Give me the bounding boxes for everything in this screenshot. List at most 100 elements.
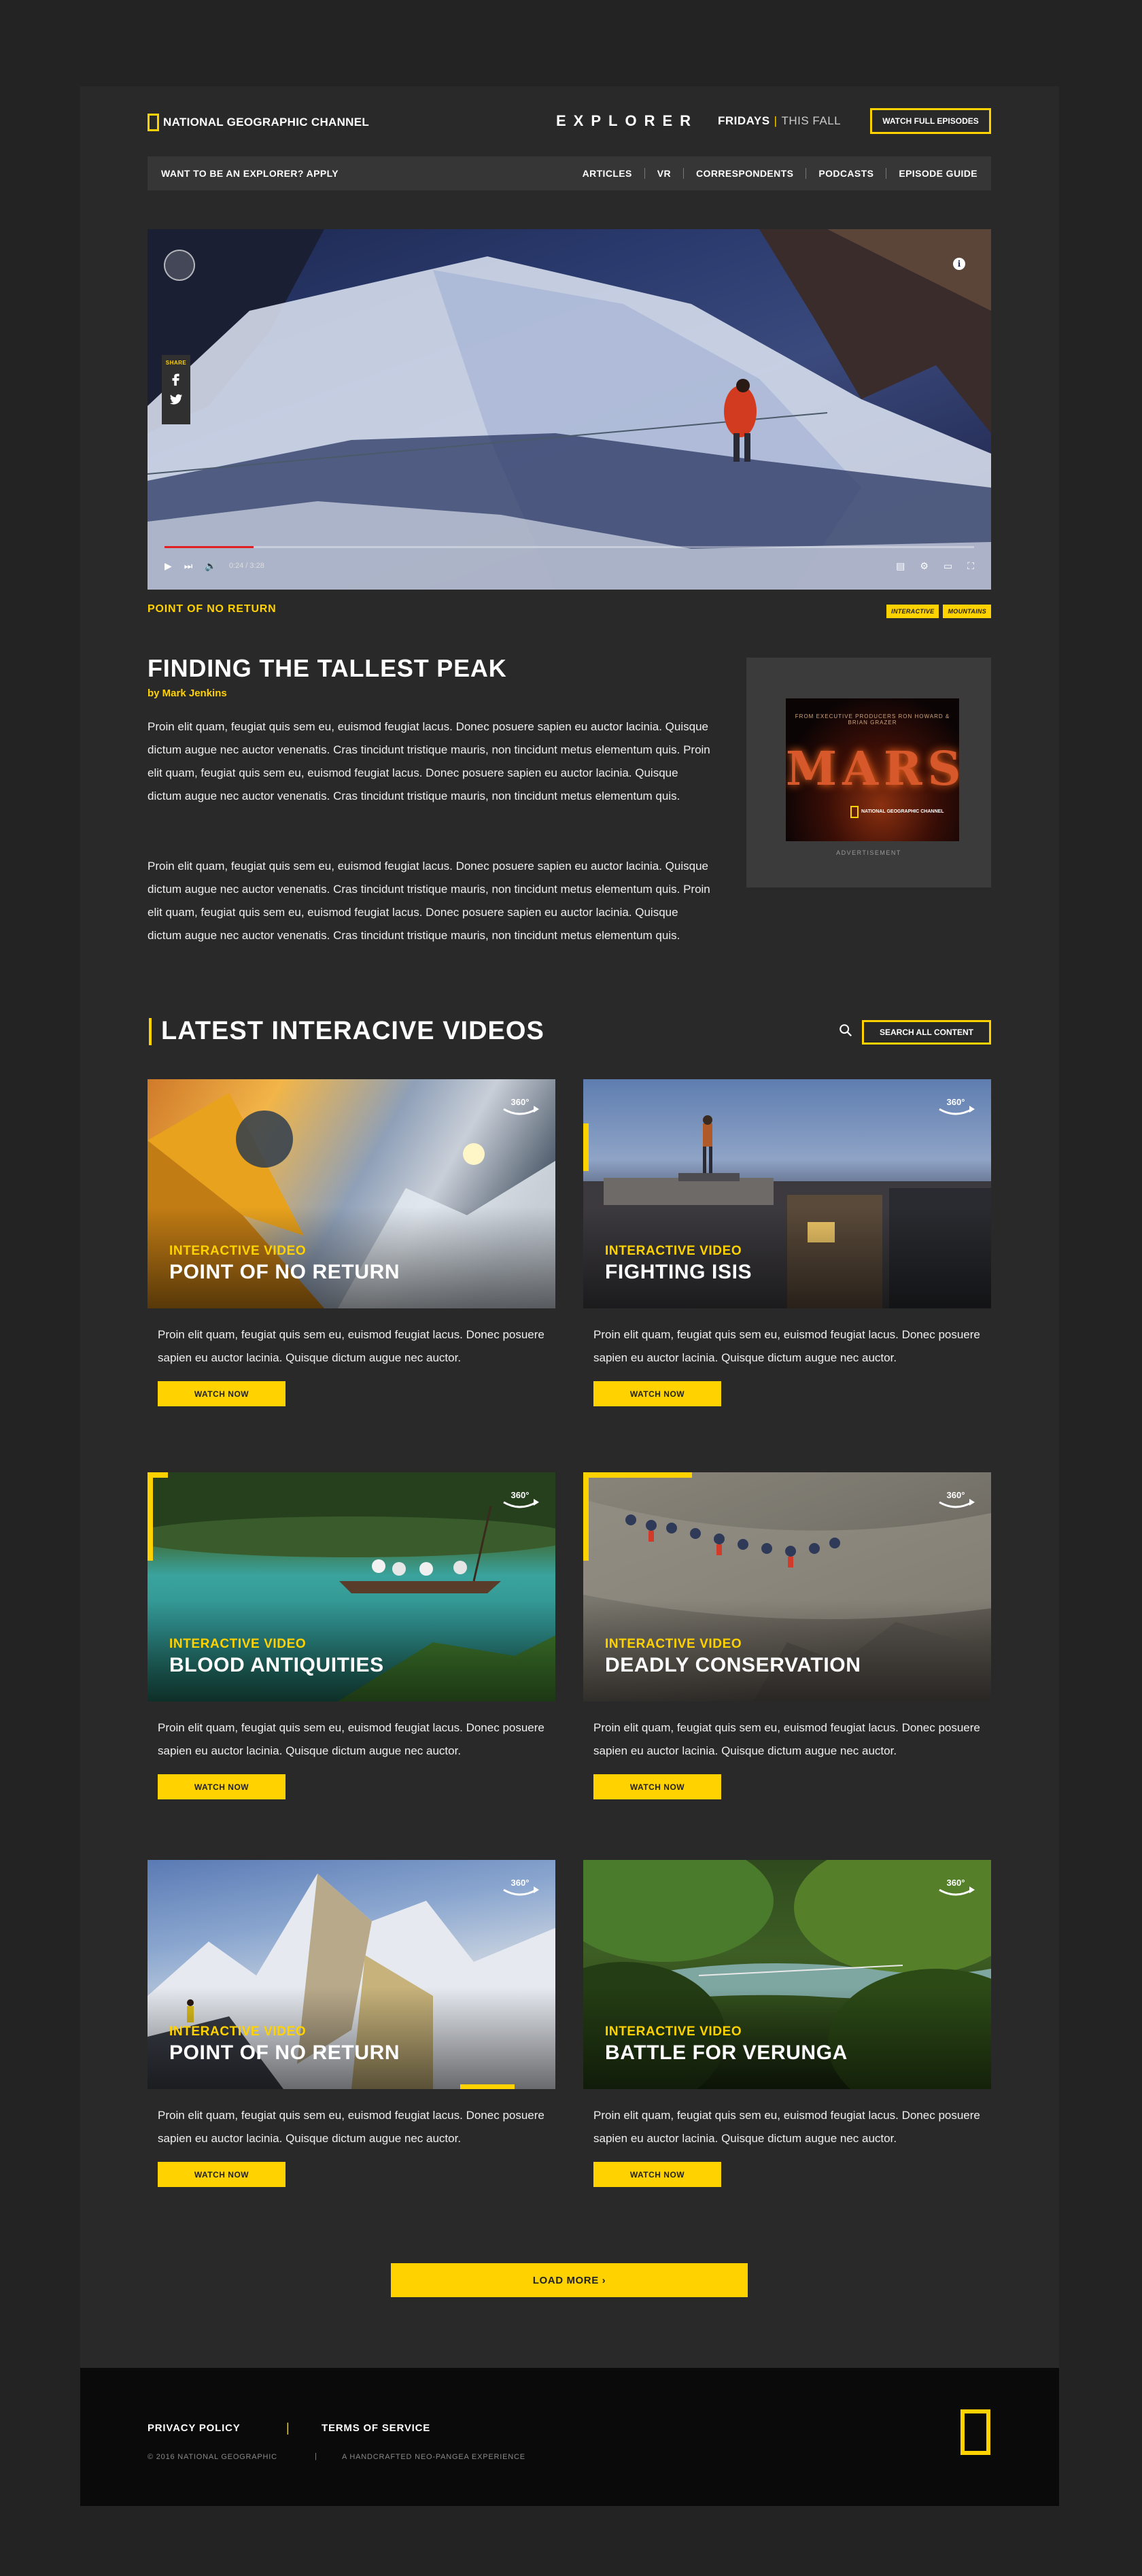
video-card[interactable]: 360° INTERACTIVE VIDEO DEADLY CONSERVATI…: [583, 1472, 991, 1799]
volume-icon[interactable]: 🔊: [205, 560, 216, 572]
card-title[interactable]: POINT OF NO RETURN: [169, 2041, 400, 2065]
nav-links: ARTICLES VR CORRESPONDENTS PODCASTS EPIS…: [570, 168, 977, 179]
card-kicker: INTERACTIVE VIDEO: [169, 2024, 307, 2039]
watch-now-button[interactable]: WATCH NOW: [158, 2162, 286, 2187]
fullscreen-icon[interactable]: ⛶: [967, 560, 974, 572]
twitter-icon[interactable]: [169, 392, 184, 407]
nat-geo-yellow-frame-icon[interactable]: [961, 2409, 990, 2455]
card-accent-bar: [148, 1472, 153, 1561]
play-icon[interactable]: ▶: [165, 560, 172, 572]
article-title: FINDING THE TALLEST PEAK: [148, 654, 507, 682]
card-description: Proin elit quam, feugiat quis sem eu, eu…: [158, 1721, 544, 1757]
card-kicker: INTERACTIVE VIDEO: [605, 1637, 742, 1651]
card-kicker: INTERACTIVE VIDEO: [169, 1244, 307, 1258]
video-card-thumbnail[interactable]: 360° INTERACTIVE VIDEO POINT OF NO RETUR…: [148, 1860, 555, 2089]
article-paragraph: Proin elit quam, feugiat quis sem eu, eu…: [148, 860, 710, 942]
360-badge-label: 360°: [947, 1878, 965, 1888]
nav-link-correspondents[interactable]: CORRESPONDENTS: [684, 168, 807, 179]
mars-ad-banner[interactable]: FROM EXECUTIVE PRODUCERS RON HOWARD & BR…: [786, 698, 959, 841]
advertisement[interactable]: FROM EXECUTIVE PRODUCERS RON HOWARD & BR…: [746, 658, 991, 887]
card-description: Proin elit quam, feugiat quis sem eu, eu…: [593, 2109, 980, 2145]
search-icon[interactable]: [838, 1023, 853, 1038]
nat-geo-yellow-frame-icon: [148, 114, 159, 131]
card-description: Proin elit quam, feugiat quis sem eu, eu…: [593, 1328, 980, 1364]
360-badge-label: 360°: [511, 1490, 530, 1500]
ad-logo-text: NATIONAL GEOGRAPHIC CHANNEL: [861, 809, 944, 814]
ad-title: MARS: [786, 742, 959, 796]
card-accent-bar: [583, 1123, 589, 1171]
watch-now-button[interactable]: WATCH NOW: [158, 1381, 286, 1406]
video-card-thumbnail[interactable]: 360° INTERACTIVE VIDEO BLOOD ANTIQUITIES: [148, 1472, 555, 1701]
info-icon[interactable]: i: [953, 258, 965, 270]
360-video-icon: 360°: [939, 1490, 975, 1508]
page-container: NATIONAL GEOGRAPHIC CHANNEL EXPLORER FRI…: [80, 86, 1059, 2506]
video-player[interactable]: i ▶ ⏭ 🔊 0:24 / 3:28 ▤ ⚙ ▭ ⛶: [148, 229, 991, 590]
card-description: Proin elit quam, feugiat quis sem eu, eu…: [158, 2109, 544, 2145]
360-video-icon: 360°: [503, 1097, 539, 1115]
mountain-climber-scene: [148, 229, 991, 590]
360-badge-label: 360°: [511, 1097, 530, 1107]
watch-now-button[interactable]: WATCH NOW: [158, 1774, 286, 1799]
card-title[interactable]: BLOOD ANTIQUITIES: [169, 1654, 384, 1677]
article-byline[interactable]: by Mark Jenkins: [148, 688, 227, 699]
schedule-text: FRIDAYS | THIS FALL: [718, 114, 841, 128]
watch-now-button[interactable]: WATCH NOW: [593, 1774, 721, 1799]
vr-360-badge-icon[interactable]: [164, 250, 195, 281]
terms-of-service-link[interactable]: TERMS OF SERVICE: [322, 2422, 430, 2434]
theater-mode-icon[interactable]: ▭: [944, 560, 952, 572]
video-card-thumbnail[interactable]: 360° INTERACTIVE VIDEO FIGHTING ISIS: [583, 1079, 991, 1308]
360-badge-label: 360°: [511, 1878, 530, 1888]
360-video-icon: 360°: [939, 1878, 975, 1896]
video-progress-bar[interactable]: [165, 546, 974, 548]
brand-name: NATIONAL GEOGRAPHIC CHANNEL: [163, 116, 370, 129]
footer-separator: |: [286, 2421, 290, 2435]
360-video-icon: 360°: [939, 1097, 975, 1115]
ad-label: ADVERTISEMENT: [836, 849, 901, 856]
nav-link-podcasts[interactable]: PODCASTS: [806, 168, 887, 179]
watch-now-button[interactable]: WATCH NOW: [593, 1381, 721, 1406]
card-kicker: INTERACTIVE VIDEO: [605, 2024, 742, 2039]
video-card[interactable]: 360° INTERACTIVE VIDEO BATTLE FOR VERUNG…: [583, 1860, 991, 2187]
facebook-icon[interactable]: [169, 371, 184, 386]
load-more-button[interactable]: LOAD MORE ›: [391, 2263, 748, 2297]
search-all-content-button[interactable]: SEARCH ALL CONTENT: [862, 1020, 991, 1045]
captions-icon[interactable]: ▤: [896, 560, 905, 572]
brand-logo[interactable]: NATIONAL GEOGRAPHIC CHANNEL: [148, 113, 369, 132]
explorer-logo[interactable]: EXPLORER: [556, 112, 698, 130]
video-time: 0:24 / 3:28: [228, 562, 264, 570]
tag-interactive[interactable]: INTERACTIVE: [886, 605, 939, 618]
video-card[interactable]: 360° INTERACTIVE VIDEO POINT OF NO RETUR…: [148, 1860, 555, 2187]
card-title[interactable]: BATTLE FOR VERUNGA: [605, 2041, 848, 2065]
settings-icon[interactable]: ⚙: [920, 560, 929, 572]
video-card[interactable]: 360° INTERACTIVE VIDEO POINT OF NO RETUR…: [148, 1079, 555, 1406]
video-progress-fill: [165, 546, 254, 548]
card-title[interactable]: DEADLY CONSERVATION: [605, 1654, 861, 1677]
video-card[interactable]: 360° INTERACTIVE VIDEO FIGHTING ISIS Pro…: [583, 1079, 991, 1406]
360-video-icon: 360°: [503, 1878, 539, 1896]
nav-link-episode-guide[interactable]: EPISODE GUIDE: [886, 168, 977, 179]
article-tags: INTERACTIVE MOUNTAINS: [882, 605, 991, 618]
next-icon[interactable]: ⏭: [184, 560, 193, 572]
nav-link-articles[interactable]: ARTICLES: [570, 168, 645, 179]
video-card-thumbnail[interactable]: 360° INTERACTIVE VIDEO BATTLE FOR VERUNG…: [583, 1860, 991, 2089]
card-title[interactable]: FIGHTING ISIS: [605, 1261, 752, 1284]
360-badge-label: 360°: [947, 1490, 965, 1500]
privacy-policy-link[interactable]: PRIVACY POLICY: [148, 2422, 241, 2434]
video-card-thumbnail[interactable]: 360° INTERACTIVE VIDEO DEADLY CONSERVATI…: [583, 1472, 991, 1701]
video-card[interactable]: 360° INTERACTIVE VIDEO BLOOD ANTIQUITIES…: [148, 1472, 555, 1799]
card-kicker: INTERACTIVE VIDEO: [169, 1637, 307, 1651]
video-card-thumbnail[interactable]: 360° INTERACTIVE VIDEO POINT OF NO RETUR…: [148, 1079, 555, 1308]
apply-link[interactable]: WANT TO BE AN EXPLORER? APPLY: [161, 168, 339, 179]
watch-now-button[interactable]: WATCH NOW: [593, 2162, 721, 2187]
tag-mountains[interactable]: MOUNTAINS: [943, 605, 991, 618]
nav-link-vr[interactable]: VR: [645, 168, 685, 179]
card-title[interactable]: POINT OF NO RETURN: [169, 1261, 400, 1284]
card-accent-bar: [460, 2084, 515, 2089]
card-description: Proin elit quam, feugiat quis sem eu, eu…: [593, 1721, 980, 1757]
watch-full-episodes-button[interactable]: WATCH FULL EPISODES: [870, 108, 991, 134]
copyright: © 2016 NATIONAL GEOGRAPHIC: [148, 2453, 277, 2461]
360-video-icon: 360°: [503, 1490, 539, 1508]
share-label: SHARE: [165, 360, 187, 366]
article-paragraph: Proin elit quam, feugiat quis sem eu, eu…: [148, 720, 710, 802]
section-accent-bar: [149, 1018, 152, 1045]
